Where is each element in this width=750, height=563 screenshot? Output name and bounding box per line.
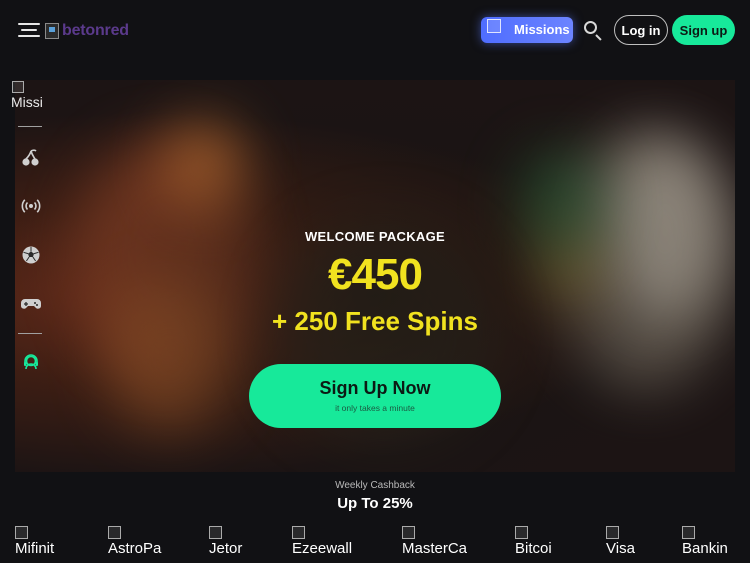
rail-divider	[18, 126, 42, 127]
gamepad-icon[interactable]	[20, 292, 42, 314]
rail-divider	[18, 333, 42, 334]
cashback-caption: Weekly Cashback	[335, 480, 415, 491]
payment-method[interactable]: Mifinit	[15, 526, 67, 562]
soccer-ball-icon[interactable]	[20, 244, 42, 266]
payment-method[interactable]: Jetor	[209, 526, 253, 562]
free-spins-text: + 250 Free Spins	[272, 306, 478, 336]
logo-text: betonred	[62, 22, 129, 39]
search-icon[interactable]	[583, 20, 603, 41]
broken-image-icon	[108, 526, 121, 539]
payment-method[interactable]: Bitcoi	[515, 526, 561, 562]
live-broadcast-icon[interactable]	[20, 195, 42, 217]
missions-button[interactable]: Missions	[481, 17, 573, 43]
login-button[interactable]: Log in	[614, 15, 668, 45]
broken-image-icon	[209, 526, 222, 539]
broken-image-icon	[15, 526, 28, 539]
menu-icon[interactable]	[18, 22, 40, 38]
payment-method[interactable]: AstroPa	[108, 526, 164, 562]
broken-image-icon	[682, 526, 695, 539]
payment-method-alt: MasterCa	[402, 540, 468, 557]
payment-methods-strip: Mifinit AstroPa Jetor Ezeewall MasterCa …	[0, 522, 750, 563]
broken-image-icon	[45, 23, 59, 39]
cta-title: Sign Up Now	[319, 378, 431, 398]
sign-up-now-button[interactable]: Sign Up Now it only takes a minute	[249, 364, 501, 428]
payment-method[interactable]: MasterCa	[402, 526, 470, 562]
support-agent-icon[interactable]	[20, 352, 42, 374]
payment-method-alt: Visa	[606, 540, 635, 557]
payment-method-alt: Bitcoi	[515, 540, 552, 557]
broken-image-icon	[12, 81, 24, 93]
cashback-value: Up To 25%	[337, 495, 413, 512]
payment-method-alt: Bankin	[682, 540, 728, 557]
broken-image-icon	[515, 526, 528, 539]
broken-image-icon	[606, 526, 619, 539]
missions-label: Missions	[514, 22, 570, 37]
top-header: betonred Missions Log in Sign up	[0, 0, 750, 62]
payment-method[interactable]: Bankin	[682, 526, 736, 562]
missions-image-icon	[487, 19, 511, 41]
broken-image-icon	[292, 526, 305, 539]
payment-method[interactable]: Ezeewall	[292, 526, 358, 562]
payment-method[interactable]: Visa	[606, 526, 646, 562]
broken-image-icon	[402, 526, 415, 539]
signup-button[interactable]: Sign up	[672, 15, 735, 45]
rail-missions-item[interactable]: Missi	[11, 80, 51, 112]
left-rail: Missi	[11, 80, 51, 380]
rail-missions-alt: Missi	[11, 94, 43, 110]
payment-method-alt: AstroPa	[108, 540, 162, 557]
payment-method-alt: Jetor	[209, 540, 243, 557]
payment-method-alt: Ezeewall	[292, 540, 353, 557]
cherry-icon[interactable]	[20, 147, 42, 169]
logo[interactable]: betonred	[45, 20, 129, 42]
bonus-amount: €450	[328, 250, 423, 299]
payment-method-alt: Mifinit	[15, 540, 55, 557]
welcome-package-heading: WELCOME PACKAGE	[304, 229, 446, 244]
cta-subtitle: it only takes a minute	[335, 403, 415, 413]
